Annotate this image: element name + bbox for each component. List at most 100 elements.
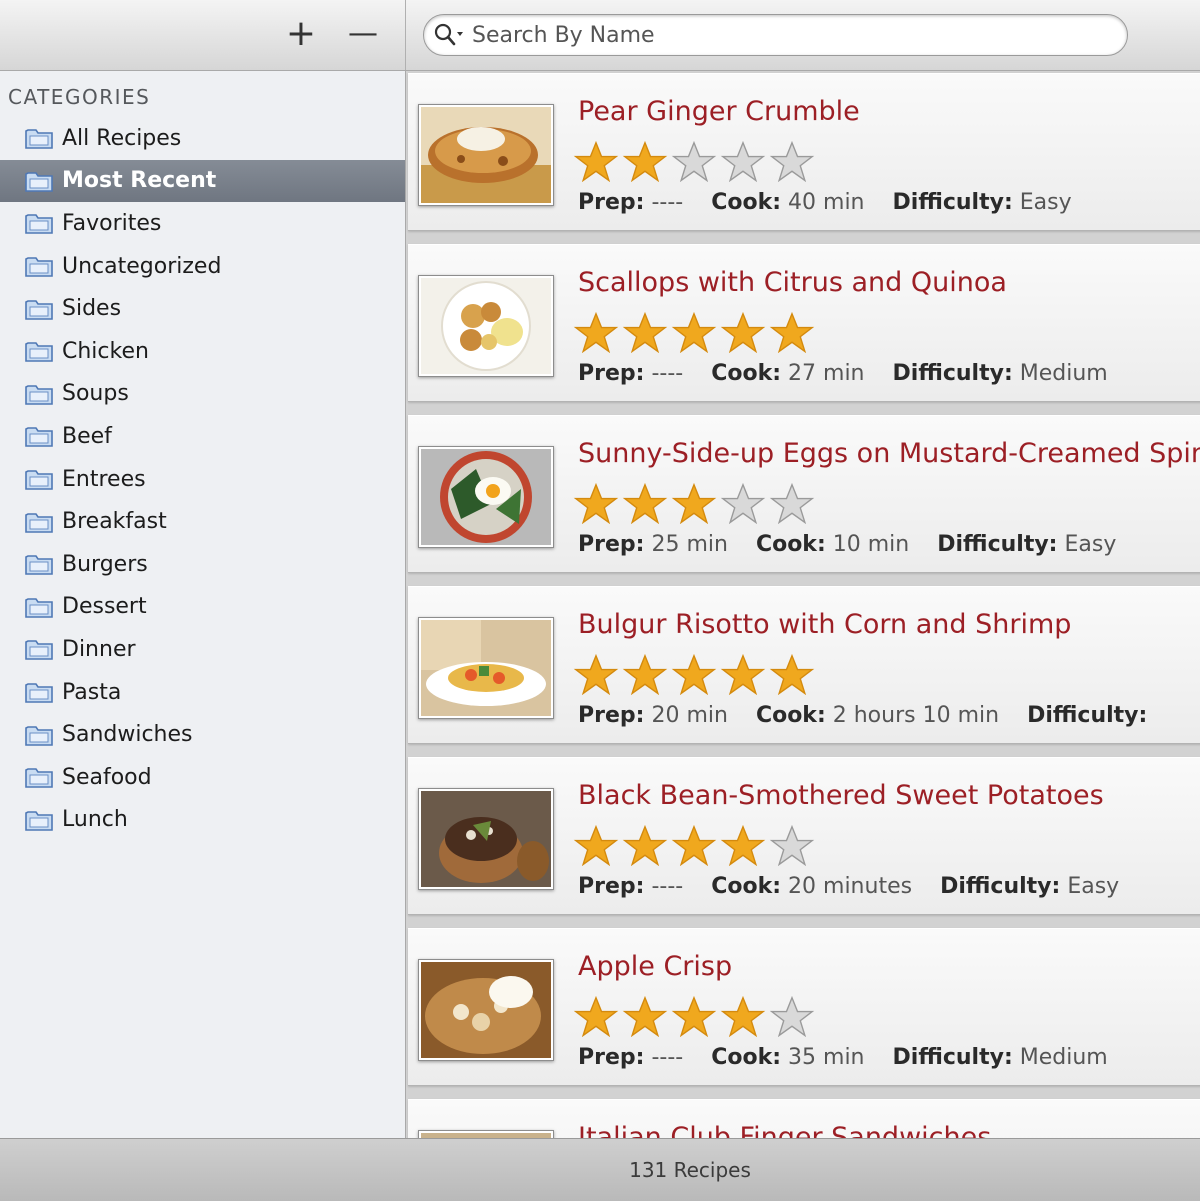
categories-heading: CATEGORIES: [8, 85, 151, 109]
star-icon[interactable]: [769, 653, 815, 696]
sidebar-item-uncategorized[interactable]: Uncategorized: [0, 245, 405, 288]
recipe-meta: Prep: ---- Cook: 20 minutes Difficulty: Ea…: [578, 874, 1147, 899]
sidebar-item-label: Breakfast: [62, 509, 167, 535]
sidebar-item-label: Seafood: [62, 764, 152, 790]
star-icon[interactable]: [769, 995, 815, 1038]
star-icon[interactable]: [622, 311, 668, 354]
star-icon[interactable]: [769, 311, 815, 354]
recipe-card[interactable]: Sunny-Side-up Eggs on Mustard-Creamed Sp…: [408, 415, 1200, 573]
recipe-card[interactable]: Pear Ginger Crumble Prep: ---- Cook: 40 mi…: [408, 73, 1200, 231]
search-field[interactable]: [423, 14, 1128, 56]
sidebar-item-sides[interactable]: Sides: [0, 287, 405, 330]
star-rating[interactable]: [573, 311, 818, 354]
cook-value: 27 min: [788, 361, 865, 386]
star-rating[interactable]: [573, 653, 818, 696]
sidebar-item-sandwiches[interactable]: Sandwiches: [0, 713, 405, 756]
star-icon[interactable]: [622, 482, 668, 525]
sidebar-item-label: Favorites: [62, 210, 162, 236]
add-category-button[interactable]: +: [281, 14, 321, 54]
star-icon[interactable]: [720, 995, 766, 1038]
cook-label: Cook:: [755, 532, 826, 557]
sidebar-item-entrees[interactable]: Entrees: [0, 458, 405, 501]
star-icon[interactable]: [573, 311, 619, 354]
star-icon[interactable]: [671, 482, 717, 525]
sidebar-item-all-recipes[interactable]: All Recipes: [0, 117, 405, 160]
sidebar-item-dinner[interactable]: Dinner: [0, 628, 405, 671]
recipe-thumbnail: [418, 788, 554, 890]
star-rating[interactable]: [573, 824, 818, 867]
sidebar-item-label: Entrees: [62, 466, 146, 492]
cook-label: Cook:: [711, 190, 782, 215]
sidebar-item-label: All Recipes: [62, 125, 182, 151]
star-rating[interactable]: [573, 140, 818, 183]
star-icon[interactable]: [622, 653, 668, 696]
star-icon[interactable]: [720, 311, 766, 354]
minus-icon: —: [348, 16, 378, 51]
prep-label: Prep:: [578, 703, 645, 728]
star-icon[interactable]: [769, 482, 815, 525]
sidebar-item-dessert[interactable]: Dessert: [0, 586, 405, 629]
category-toolbar: + —: [0, 0, 406, 70]
recipe-thumbnail: [418, 104, 554, 206]
search-icon[interactable]: [430, 15, 470, 55]
recipe-title: Black Bean-Smothered Sweet Potatoes: [578, 780, 1104, 811]
star-icon[interactable]: [573, 995, 619, 1038]
difficulty-value: Medium: [1019, 1045, 1108, 1070]
recipe-card[interactable]: Bulgur Risotto with Corn and Shrimp Prep:…: [408, 586, 1200, 744]
sidebar-item-soups[interactable]: Soups: [0, 373, 405, 416]
star-icon[interactable]: [769, 824, 815, 867]
sidebar-item-burgers[interactable]: Burgers: [0, 543, 405, 586]
star-icon[interactable]: [720, 482, 766, 525]
status-bar: 131 Recipes: [0, 1138, 1200, 1201]
star-icon[interactable]: [671, 140, 717, 183]
star-icon[interactable]: [573, 824, 619, 867]
star-icon[interactable]: [720, 140, 766, 183]
recipe-list[interactable]: Pear Ginger Crumble Prep: ---- Cook: 40 mi…: [406, 71, 1200, 1138]
star-icon[interactable]: [671, 653, 717, 696]
star-icon[interactable]: [573, 140, 619, 183]
sidebar-item-pasta[interactable]: Pasta: [0, 671, 405, 714]
cook-value: 2 hours 10 min: [832, 703, 1000, 728]
remove-category-button[interactable]: —: [343, 14, 383, 54]
sidebar-item-favorites[interactable]: Favorites: [0, 202, 405, 245]
recipe-thumbnail: [418, 959, 554, 1061]
folder-icon: [24, 339, 54, 363]
sidebar-item-most-recent[interactable]: Most Recent: [0, 159, 405, 203]
star-icon[interactable]: [622, 995, 668, 1038]
star-icon[interactable]: [573, 482, 619, 525]
star-icon[interactable]: [720, 824, 766, 867]
cook-value: 40 min: [788, 190, 865, 215]
sidebar-item-lunch[interactable]: Lunch: [0, 799, 405, 842]
star-icon[interactable]: [573, 653, 619, 696]
star-icon[interactable]: [671, 311, 717, 354]
star-icon[interactable]: [720, 653, 766, 696]
recipe-thumbnail: [418, 1130, 554, 1138]
sidebar-item-label: Burgers: [62, 551, 148, 577]
difficulty-label: Difficulty:: [1027, 703, 1148, 728]
recipe-card[interactable]: Italian Club Finger Sandwiches: [408, 1099, 1200, 1138]
sidebar-item-breakfast[interactable]: Breakfast: [0, 500, 405, 543]
prep-value: ----: [651, 361, 684, 386]
folder-icon: [24, 680, 54, 704]
recipe-card[interactable]: Scallops with Citrus and Quinoa Prep: ---…: [408, 244, 1200, 402]
recipe-meta: Prep: ---- Cook: 40 min Difficulty: Easy: [578, 190, 1100, 215]
sidebar-item-label: Dessert: [62, 594, 147, 620]
category-list: All Recipes Most Recent Favorites Uncategor…: [0, 117, 405, 841]
star-icon[interactable]: [769, 140, 815, 183]
star-rating[interactable]: [573, 482, 818, 525]
star-icon[interactable]: [622, 140, 668, 183]
star-icon[interactable]: [671, 824, 717, 867]
star-icon[interactable]: [622, 824, 668, 867]
sidebar-item-chicken[interactable]: Chicken: [0, 330, 405, 373]
sidebar-item-seafood[interactable]: Seafood: [0, 756, 405, 799]
prep-value: ----: [651, 190, 684, 215]
star-icon[interactable]: [671, 995, 717, 1038]
prep-label: Prep:: [578, 1045, 645, 1070]
sidebar-item-beef[interactable]: Beef: [0, 415, 405, 458]
cook-label: Cook:: [711, 361, 782, 386]
recipe-card[interactable]: Black Bean-Smothered Sweet Potatoes Prep:…: [408, 757, 1200, 915]
star-rating[interactable]: [573, 995, 818, 1038]
difficulty-label: Difficulty:: [892, 1045, 1013, 1070]
search-input[interactable]: [470, 21, 1127, 49]
recipe-card[interactable]: Apple Crisp Prep: ---- Cook: 35 min Difficu…: [408, 928, 1200, 1086]
